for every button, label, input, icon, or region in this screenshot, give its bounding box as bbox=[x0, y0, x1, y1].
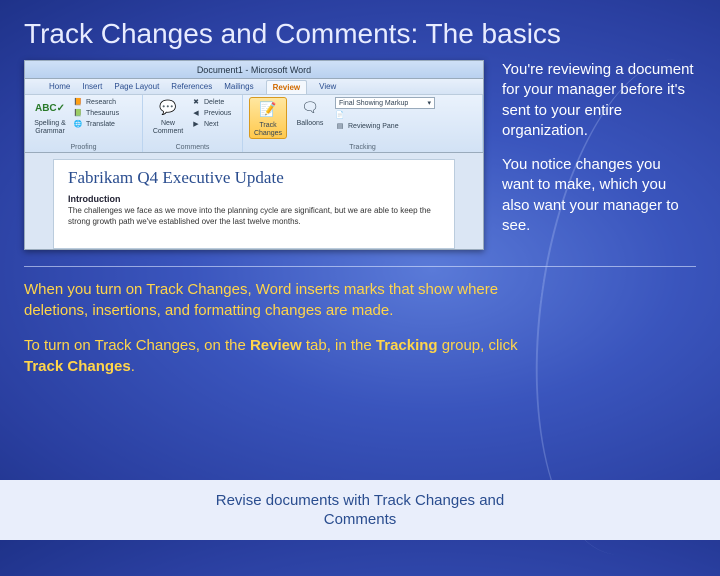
previous-comment-button[interactable]: ◀Previous bbox=[191, 108, 231, 118]
reviewing-pane-button[interactable]: ▤Reviewing Pane bbox=[335, 121, 435, 131]
ribbon-tabs: Home Insert Page Layout References Maili… bbox=[25, 79, 483, 95]
delete-comment-button[interactable]: ✖Delete bbox=[191, 97, 231, 107]
group-comments: 💬 New Comment ✖Delete ◀Previous ▶Next Co… bbox=[143, 95, 243, 152]
lower-paragraph-1: When you turn on Track Changes, Word ins… bbox=[24, 279, 520, 321]
word-titlebar: Document1 - Microsoft Word bbox=[25, 61, 483, 79]
group-label-tracking: Tracking bbox=[249, 144, 476, 152]
thesaurus-button[interactable]: 📗Thesaurus bbox=[73, 108, 119, 118]
new-comment-icon: 💬 bbox=[157, 97, 179, 119]
research-icon: 📙 bbox=[73, 97, 83, 107]
balloons-icon: 🗨 bbox=[299, 97, 321, 119]
next-comment-button[interactable]: ▶Next bbox=[191, 119, 231, 129]
delete-icon: ✖ bbox=[191, 97, 201, 107]
group-label-comments: Comments bbox=[149, 144, 236, 152]
spelling-grammar-button[interactable]: ABC✓ Spelling & Grammar bbox=[31, 97, 69, 135]
previous-icon: ◀ bbox=[191, 108, 201, 118]
pane-icon: ▤ bbox=[335, 121, 345, 131]
ribbon-body: ABC✓ Spelling & Grammar 📙Research 📗Thesa… bbox=[25, 95, 483, 153]
group-proofing: ABC✓ Spelling & Grammar 📙Research 📗Thesa… bbox=[25, 95, 143, 152]
content-row: Document1 - Microsoft Word Home Insert P… bbox=[0, 60, 720, 250]
lower-text: When you turn on Track Changes, Word ins… bbox=[0, 267, 720, 377]
document-body: The challenges we face as we move into t… bbox=[68, 206, 440, 228]
next-icon: ▶ bbox=[191, 119, 201, 129]
footer: Revise documents with Track Changes and … bbox=[0, 480, 720, 540]
side-paragraph-2: You notice changes you want to make, whi… bbox=[502, 155, 696, 236]
track-changes-icon: 📝 bbox=[257, 99, 279, 121]
side-paragraph-1: You're reviewing a document for your man… bbox=[502, 60, 696, 141]
thesaurus-icon: 📗 bbox=[73, 108, 83, 118]
tab-view[interactable]: View bbox=[319, 82, 336, 91]
tab-page-layout[interactable]: Page Layout bbox=[114, 82, 159, 91]
markup-dropdown[interactable]: Final Showing Markup▾ bbox=[335, 97, 435, 109]
show-markup-button[interactable]: 📄 bbox=[335, 110, 435, 120]
tab-home[interactable]: Home bbox=[49, 82, 70, 91]
research-button[interactable]: 📙Research bbox=[73, 97, 119, 107]
translate-button[interactable]: 🌐Translate bbox=[73, 119, 119, 129]
slide-title: Track Changes and Comments: The basics bbox=[0, 0, 720, 60]
chevron-down-icon: ▾ bbox=[427, 99, 431, 107]
track-changes-button[interactable]: 📝 Track Changes bbox=[249, 97, 287, 139]
document-title: Fabrikam Q4 Executive Update bbox=[68, 168, 440, 188]
group-tracking: 📝 Track Changes 🗨 Balloons Final Showing… bbox=[243, 95, 483, 152]
tab-references[interactable]: References bbox=[171, 82, 212, 91]
document-heading: Introduction bbox=[68, 194, 440, 204]
markup-icon: 📄 bbox=[335, 110, 345, 120]
new-comment-button[interactable]: 💬 New Comment bbox=[149, 97, 187, 135]
group-label-proofing: Proofing bbox=[31, 144, 136, 152]
footer-text: Revise documents with Track Changes and … bbox=[200, 491, 520, 530]
side-text: You're reviewing a document for your man… bbox=[502, 60, 696, 250]
document-page: Fabrikam Q4 Executive Update Introductio… bbox=[53, 159, 455, 249]
tab-mailings[interactable]: Mailings bbox=[224, 82, 253, 91]
lower-paragraph-2: To turn on Track Changes, on the Review … bbox=[24, 335, 520, 377]
tab-insert[interactable]: Insert bbox=[82, 82, 102, 91]
abc-check-icon: ABC✓ bbox=[39, 97, 61, 119]
tab-review[interactable]: Review bbox=[266, 80, 308, 94]
balloons-button[interactable]: 🗨 Balloons bbox=[291, 97, 329, 128]
word-screenshot: Document1 - Microsoft Word Home Insert P… bbox=[24, 60, 484, 250]
translate-icon: 🌐 bbox=[73, 119, 83, 129]
